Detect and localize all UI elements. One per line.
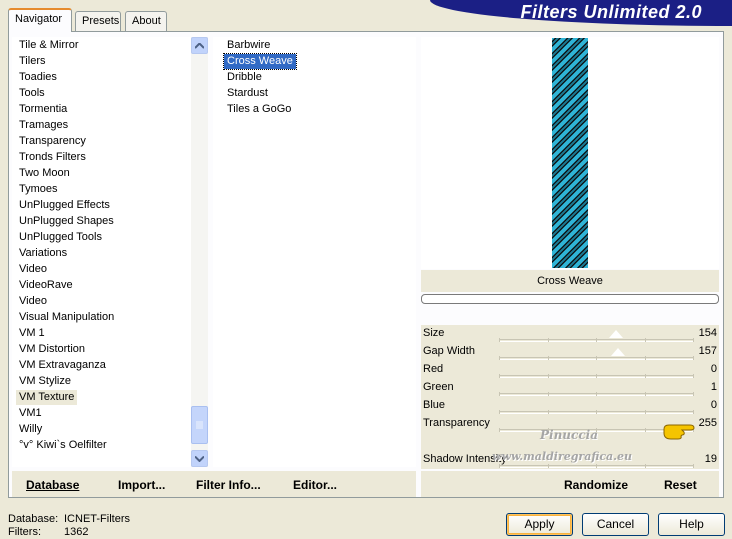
param-value: 255 [698, 417, 717, 429]
filter-preview [421, 37, 719, 269]
category-item[interactable]: Tile & Mirror [16, 38, 81, 53]
filter-item[interactable]: Tiles a GoGo [224, 102, 294, 117]
category-item[interactable]: UnPlugged Shapes [16, 214, 117, 229]
watermark-name: Pinuccia [540, 428, 598, 442]
slider-track[interactable] [499, 374, 694, 378]
database-status-value: ICNET-Filters [64, 513, 130, 525]
filter-list[interactable]: Barbwire Cross Weave Dribble Stardust Tiles … [213, 37, 416, 467]
editor-button[interactable]: Editor... [293, 478, 337, 492]
param-slider-row[interactable]: Size 154 [421, 325, 719, 343]
import-button[interactable]: Import... [118, 478, 165, 492]
chevron-down-icon [195, 455, 204, 462]
category-item[interactable]: Two Moon [16, 166, 73, 181]
pointing-hand-icon [663, 424, 695, 440]
param-label: Green [423, 381, 454, 393]
param-label: Gap Width [423, 345, 475, 357]
filters-count-value: 1362 [64, 526, 89, 538]
category-item[interactable]: Tools [16, 86, 48, 101]
filter-info-button[interactable]: Filter Info... [196, 478, 261, 492]
category-item[interactable]: VM Stylize [16, 374, 74, 389]
category-item[interactable]: UnPlugged Effects [16, 198, 113, 213]
param-value: 157 [698, 345, 717, 357]
help-button[interactable]: Help [658, 513, 725, 536]
category-item[interactable]: Video [16, 294, 50, 309]
database-label: Database [26, 478, 80, 492]
category-item[interactable]: Tormentia [16, 102, 70, 117]
category-item[interactable]: VideoRave [16, 278, 76, 293]
category-list[interactable]: Tile & Mirror Tilers Toadies Tools Tormentia… [12, 37, 192, 467]
param-slider-row[interactable]: Gap Width 157 [421, 343, 719, 361]
slider-knob[interactable] [609, 330, 624, 338]
param-label: Transparency [423, 417, 490, 429]
slider-track[interactable] [499, 338, 694, 342]
category-item[interactable]: VM1 [16, 406, 45, 421]
param-value: 1 [710, 381, 717, 393]
filters-count-label: Filters: [8, 526, 41, 538]
scroll-thumb[interactable] [191, 406, 208, 444]
category-item[interactable]: Variations [16, 246, 70, 261]
param-slider-row[interactable]: Blue 0 [421, 397, 719, 415]
param-value: 19 [704, 453, 717, 465]
category-item[interactable]: Tronds Filters [16, 150, 89, 165]
watermark-url: www.maldiregrafica.eu [492, 450, 633, 463]
param-slider-row[interactable]: Green 1 [421, 379, 719, 397]
cross-weave-preview-image [552, 38, 588, 268]
slider-track[interactable] [499, 392, 694, 396]
filter-item[interactable]: Cross Weave [223, 53, 297, 70]
param-label: Blue [423, 399, 446, 411]
grip-icon [196, 421, 203, 429]
slider-track[interactable] [499, 410, 694, 414]
reset-button[interactable]: Reset [664, 478, 697, 492]
filter-item[interactable]: Dribble [224, 70, 265, 85]
scroll-down-button[interactable] [191, 450, 208, 467]
filter-name-label: Cross Weave [421, 270, 719, 292]
param-value: 0 [710, 363, 717, 375]
title-banner: Filters Unlimited 2.0 [430, 0, 732, 26]
tab-navigator[interactable]: Navigator [8, 8, 72, 32]
tab-about[interactable]: About [125, 11, 167, 31]
progress-bar [421, 294, 719, 304]
category-item[interactable]: Tymoes [16, 182, 61, 197]
param-label: Red [423, 363, 444, 375]
database-button[interactable]: Database [26, 478, 79, 492]
param-value: 154 [698, 327, 717, 339]
category-item[interactable]: VM Distortion [16, 342, 88, 357]
slider-knob[interactable] [611, 348, 626, 356]
category-item[interactable]: VM Texture [16, 390, 78, 405]
category-item[interactable]: VM 1 [16, 326, 48, 341]
tab-presets[interactable]: Presets [75, 11, 121, 31]
chevron-up-icon [195, 42, 204, 49]
slider-track[interactable] [499, 356, 694, 360]
filter-item[interactable]: Barbwire [224, 38, 273, 53]
apply-button[interactable]: Apply [506, 513, 573, 536]
category-item[interactable]: °v° Kiwi`s Oelfilter [16, 438, 110, 453]
category-item[interactable]: Transparency [16, 134, 89, 149]
category-item[interactable]: Tramages [16, 118, 71, 133]
cancel-button[interactable]: Cancel [582, 513, 649, 536]
randomize-button[interactable]: Randomize [564, 478, 628, 492]
category-scrollbar[interactable] [191, 37, 208, 467]
category-item[interactable]: Video [16, 262, 50, 277]
category-item[interactable]: Tilers [16, 54, 48, 69]
scroll-up-button[interactable] [191, 37, 208, 54]
param-label: Size [423, 327, 445, 339]
filter-item[interactable]: Stardust [224, 86, 271, 101]
database-status-label: Database: [8, 513, 59, 525]
category-item[interactable]: VM Extravaganza [16, 358, 109, 373]
param-value: 0 [710, 399, 717, 411]
param-slider-row[interactable]: Red 0 [421, 361, 719, 379]
category-item[interactable]: Toadies [16, 70, 60, 85]
category-item[interactable]: UnPlugged Tools [16, 230, 105, 245]
parameter-sliders: Size 154 Gap Width 157 Red 0 Green 1 Blue 0 Transp… [421, 325, 719, 469]
banner-title: Filters Unlimited 2.0 [520, 2, 702, 22]
slider-track[interactable] [499, 464, 694, 468]
category-item[interactable]: Willy [16, 422, 45, 437]
category-item[interactable]: Visual Manipulation [16, 310, 117, 325]
